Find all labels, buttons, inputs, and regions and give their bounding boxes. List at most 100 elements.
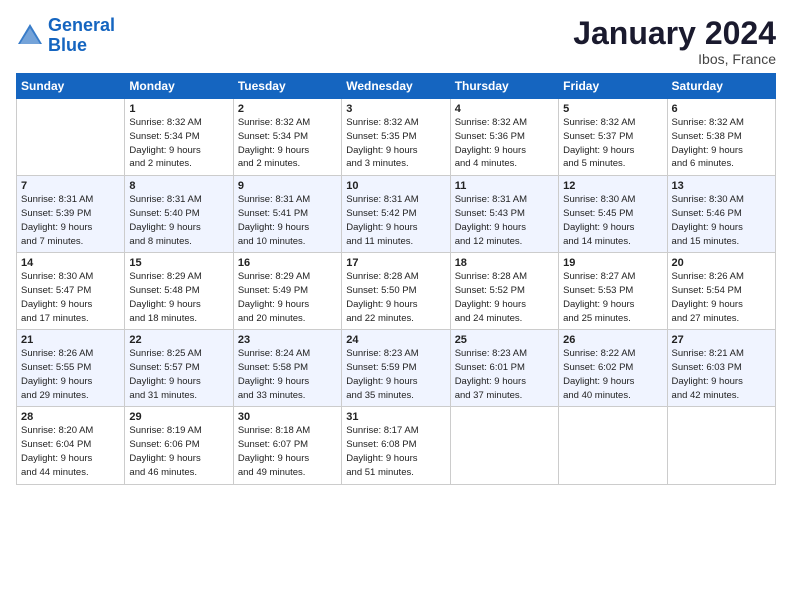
day-info-line: Sunset: 5:55 PM (21, 361, 120, 375)
day-header-thursday: Thursday (450, 74, 558, 99)
calendar-cell: 23Sunrise: 8:24 AMSunset: 5:58 PMDayligh… (233, 330, 341, 407)
day-info: Sunrise: 8:31 AMSunset: 5:40 PMDaylight:… (129, 193, 228, 248)
day-info: Sunrise: 8:28 AMSunset: 5:50 PMDaylight:… (346, 270, 445, 325)
day-info-line: Sunrise: 8:30 AM (672, 193, 771, 207)
day-number: 17 (346, 257, 445, 269)
day-info-line: Sunrise: 8:17 AM (346, 424, 445, 438)
day-info-line: Sunset: 5:47 PM (21, 284, 120, 298)
day-info-line: Sunset: 5:39 PM (21, 207, 120, 221)
calendar-cell: 29Sunrise: 8:19 AMSunset: 6:06 PMDayligh… (125, 407, 233, 484)
day-info: Sunrise: 8:17 AMSunset: 6:08 PMDaylight:… (346, 424, 445, 479)
day-number: 12 (563, 180, 662, 192)
day-info-line: Daylight: 9 hours (672, 298, 771, 312)
calendar-cell: 8Sunrise: 8:31 AMSunset: 5:40 PMDaylight… (125, 176, 233, 253)
day-number: 13 (672, 180, 771, 192)
day-info: Sunrise: 8:26 AMSunset: 5:54 PMDaylight:… (672, 270, 771, 325)
day-info-line: and 3 minutes. (346, 157, 445, 171)
day-info-line: Sunset: 5:54 PM (672, 284, 771, 298)
day-info-line: Sunset: 6:03 PM (672, 361, 771, 375)
day-info: Sunrise: 8:32 AMSunset: 5:38 PMDaylight:… (672, 116, 771, 171)
day-info-line: and 11 minutes. (346, 235, 445, 249)
day-number: 27 (672, 334, 771, 346)
day-number: 21 (21, 334, 120, 346)
day-info-line: Sunset: 5:57 PM (129, 361, 228, 375)
day-info-line: Sunset: 5:42 PM (346, 207, 445, 221)
calendar-cell: 7Sunrise: 8:31 AMSunset: 5:39 PMDaylight… (17, 176, 125, 253)
calendar-cell: 5Sunrise: 8:32 AMSunset: 5:37 PMDaylight… (559, 99, 667, 176)
day-info-line: and 2 minutes. (129, 157, 228, 171)
day-info-line: Daylight: 9 hours (21, 375, 120, 389)
calendar-cell (559, 407, 667, 484)
day-info-line: and 10 minutes. (238, 235, 337, 249)
day-info-line: and 49 minutes. (238, 466, 337, 480)
day-info-line: and 42 minutes. (672, 389, 771, 403)
day-info-line: and 24 minutes. (455, 312, 554, 326)
day-header-wednesday: Wednesday (342, 74, 450, 99)
calendar-cell: 31Sunrise: 8:17 AMSunset: 6:08 PMDayligh… (342, 407, 450, 484)
day-info: Sunrise: 8:29 AMSunset: 5:49 PMDaylight:… (238, 270, 337, 325)
day-info: Sunrise: 8:19 AMSunset: 6:06 PMDaylight:… (129, 424, 228, 479)
calendar-cell: 19Sunrise: 8:27 AMSunset: 5:53 PMDayligh… (559, 253, 667, 330)
calendar-cell: 11Sunrise: 8:31 AMSunset: 5:43 PMDayligh… (450, 176, 558, 253)
day-info: Sunrise: 8:28 AMSunset: 5:52 PMDaylight:… (455, 270, 554, 325)
day-info-line: Daylight: 9 hours (21, 452, 120, 466)
day-info-line: Sunset: 6:02 PM (563, 361, 662, 375)
day-info-line: Sunrise: 8:27 AM (563, 270, 662, 284)
day-info-line: Sunrise: 8:32 AM (672, 116, 771, 130)
day-header-friday: Friday (559, 74, 667, 99)
calendar-cell: 21Sunrise: 8:26 AMSunset: 5:55 PMDayligh… (17, 330, 125, 407)
day-info-line: Sunset: 5:40 PM (129, 207, 228, 221)
day-info-line: Sunset: 5:46 PM (672, 207, 771, 221)
day-info-line: and 5 minutes. (563, 157, 662, 171)
day-info-line: Sunrise: 8:32 AM (455, 116, 554, 130)
page-container: General Blue January 2024 Ibos, France S… (0, 0, 792, 495)
day-info: Sunrise: 8:31 AMSunset: 5:42 PMDaylight:… (346, 193, 445, 248)
day-info-line: Sunrise: 8:28 AM (455, 270, 554, 284)
day-number: 20 (672, 257, 771, 269)
calendar-cell (667, 407, 775, 484)
day-info: Sunrise: 8:31 AMSunset: 5:41 PMDaylight:… (238, 193, 337, 248)
day-info-line: Sunrise: 8:32 AM (563, 116, 662, 130)
day-info: Sunrise: 8:24 AMSunset: 5:58 PMDaylight:… (238, 347, 337, 402)
day-info-line: Sunset: 6:06 PM (129, 438, 228, 452)
day-info-line: Daylight: 9 hours (563, 298, 662, 312)
day-info-line: Sunset: 6:07 PM (238, 438, 337, 452)
day-info: Sunrise: 8:18 AMSunset: 6:07 PMDaylight:… (238, 424, 337, 479)
day-info-line: Sunrise: 8:31 AM (455, 193, 554, 207)
day-info-line: Daylight: 9 hours (563, 375, 662, 389)
day-header-monday: Monday (125, 74, 233, 99)
day-info-line: Daylight: 9 hours (455, 298, 554, 312)
day-info: Sunrise: 8:32 AMSunset: 5:35 PMDaylight:… (346, 116, 445, 171)
day-info-line: Sunrise: 8:22 AM (563, 347, 662, 361)
day-info-line: Sunrise: 8:32 AM (346, 116, 445, 130)
day-info-line: Daylight: 9 hours (563, 144, 662, 158)
day-info-line: Sunrise: 8:31 AM (21, 193, 120, 207)
day-info: Sunrise: 8:21 AMSunset: 6:03 PMDaylight:… (672, 347, 771, 402)
day-info-line: and 15 minutes. (672, 235, 771, 249)
calendar-cell: 27Sunrise: 8:21 AMSunset: 6:03 PMDayligh… (667, 330, 775, 407)
day-number: 2 (238, 103, 337, 115)
day-info-line: Sunrise: 8:26 AM (21, 347, 120, 361)
day-info-line: Daylight: 9 hours (129, 298, 228, 312)
day-info-line: Sunrise: 8:21 AM (672, 347, 771, 361)
calendar-cell: 14Sunrise: 8:30 AMSunset: 5:47 PMDayligh… (17, 253, 125, 330)
day-info-line: and 40 minutes. (563, 389, 662, 403)
logo: General Blue (16, 16, 115, 56)
day-info-line: Daylight: 9 hours (238, 144, 337, 158)
day-info-line: Daylight: 9 hours (455, 375, 554, 389)
day-number: 3 (346, 103, 445, 115)
day-number: 7 (21, 180, 120, 192)
day-header-sunday: Sunday (17, 74, 125, 99)
logo-icon (16, 22, 44, 50)
day-info-line: and 35 minutes. (346, 389, 445, 403)
day-info-line: and 22 minutes. (346, 312, 445, 326)
day-info: Sunrise: 8:30 AMSunset: 5:45 PMDaylight:… (563, 193, 662, 248)
day-info-line: Sunrise: 8:24 AM (238, 347, 337, 361)
calendar-cell: 17Sunrise: 8:28 AMSunset: 5:50 PMDayligh… (342, 253, 450, 330)
day-info-line: Sunset: 5:36 PM (455, 130, 554, 144)
day-info-line: Daylight: 9 hours (455, 144, 554, 158)
day-info-line: Daylight: 9 hours (346, 144, 445, 158)
calendar-cell: 6Sunrise: 8:32 AMSunset: 5:38 PMDaylight… (667, 99, 775, 176)
day-info-line: Daylight: 9 hours (129, 221, 228, 235)
calendar-cell (450, 407, 558, 484)
